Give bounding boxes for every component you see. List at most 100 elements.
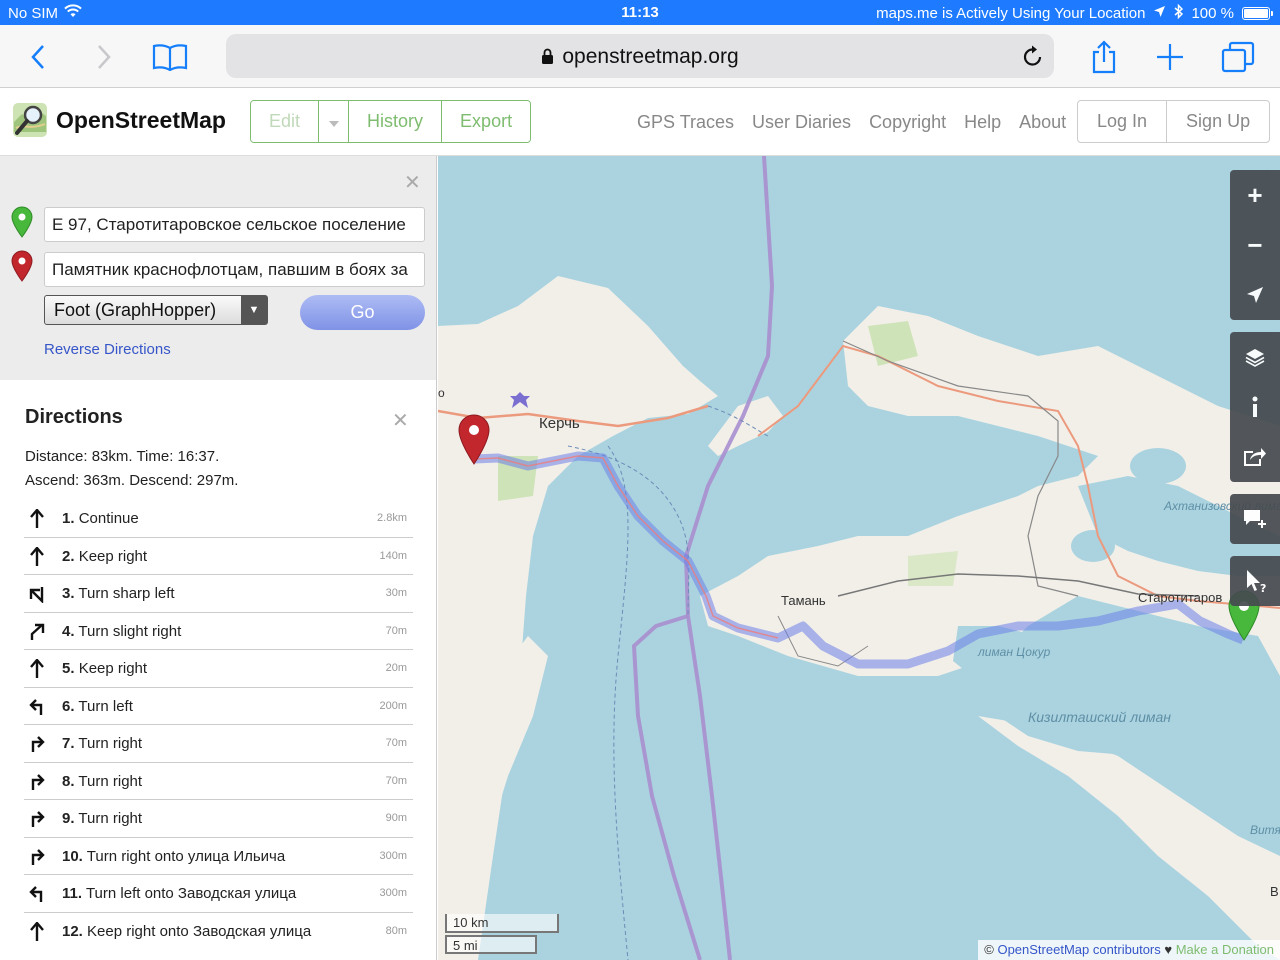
direction-step[interactable]: 3. Turn sharp left 30m	[24, 575, 413, 613]
water-label-vityaz: Витязе лим	[1250, 823, 1280, 837]
step-text: 4. Turn slight right	[62, 623, 181, 640]
go-button[interactable]: Go	[300, 295, 425, 330]
nav-gps-traces[interactable]: GPS Traces	[628, 112, 743, 133]
zoom-controls: + −	[1230, 170, 1280, 320]
login-button[interactable]: Log In	[1078, 101, 1168, 142]
step-instruction: Turn right	[78, 810, 143, 827]
address-bar[interactable]: openstreetmap.org	[226, 34, 1054, 78]
step-instruction: Turn left	[78, 697, 133, 715]
step-instruction: Keep right onto Заводская улица	[87, 922, 312, 940]
water-label-tsokur: лиман Цокур	[978, 645, 1051, 659]
select-arrow-icon: ▼	[241, 296, 267, 324]
step-distance: 200m	[379, 699, 407, 712]
donate-link[interactable]: Make a Donation	[1176, 942, 1274, 957]
reload-icon[interactable]	[1022, 44, 1044, 73]
step-distance: 70m	[385, 737, 407, 749]
layers-button[interactable]	[1230, 332, 1280, 382]
reverse-directions-link[interactable]: Reverse Directions	[44, 341, 171, 358]
share-icon	[1092, 40, 1116, 74]
map-label-taman: Тамань	[781, 593, 826, 608]
back-button[interactable]	[18, 37, 58, 77]
step-text: 2. Keep right	[62, 548, 147, 565]
lagoon-small-2	[1130, 448, 1186, 484]
locate-button[interactable]	[1230, 270, 1280, 320]
chevron-left-icon	[31, 45, 44, 69]
signup-button[interactable]: Sign Up	[1167, 101, 1269, 142]
straight-icon	[24, 508, 50, 530]
sharp-left-icon	[24, 583, 50, 605]
wifi-icon	[64, 4, 82, 22]
query-features-button[interactable]: ?	[1230, 556, 1280, 606]
step-number: 12.	[62, 922, 83, 940]
turn-left-icon	[24, 883, 50, 905]
lock-icon	[541, 47, 554, 71]
direction-step[interactable]: 4. Turn slight right 70m	[24, 613, 413, 650]
primary-nav: GPS Traces User Diaries Copyright Help A…	[628, 112, 1075, 133]
direction-step[interactable]: 10. Turn right onto улица Ильича 300m	[24, 838, 413, 875]
site-logo[interactable]: OpenStreetMap	[12, 102, 226, 138]
route-from-input[interactable]: E 97, Старотитаровское сельское поселени…	[44, 207, 425, 242]
info-button[interactable]	[1230, 382, 1280, 432]
step-distance: 20m	[385, 662, 407, 674]
nav-copyright[interactable]: Copyright	[860, 112, 955, 133]
browser-toolbar: openstreetmap.org	[0, 25, 1280, 88]
step-instruction: Keep right	[78, 660, 148, 677]
direction-step[interactable]: 9. Turn right 90m	[24, 800, 413, 838]
url-text: openstreetmap.org	[562, 45, 739, 68]
direction-step[interactable]: 2. Keep right 140m	[24, 538, 413, 575]
step-text: 7. Turn right	[62, 735, 142, 752]
routing-engine-value: Foot (GraphHopper)	[54, 300, 217, 320]
turn-left-icon	[24, 696, 50, 718]
nav-user-diaries[interactable]: User Diaries	[743, 112, 860, 133]
forward-button[interactable]	[84, 37, 124, 77]
turn-right-icon	[24, 771, 50, 793]
directions-steps: 1. Continue 2.8km 2. Keep right 140m 3. Turn…	[24, 500, 413, 950]
step-distance: 300m	[379, 887, 407, 899]
directions-summary: Distance: 83km. Time: 16:37. Ascend: 363…	[25, 445, 238, 493]
sidebar: ✕ E 97, Старотитаровское сельское поселе…	[0, 156, 437, 960]
route-to-input[interactable]: Памятник краснофлотцам, павшим в боях за	[44, 252, 425, 287]
straight-icon	[24, 921, 50, 943]
step-number: 7.	[62, 735, 75, 752]
history-button[interactable]: History	[349, 101, 443, 142]
battery-percent: 100 %	[1191, 5, 1234, 22]
layers-icon	[1245, 349, 1265, 367]
direction-step[interactable]: 1. Continue 2.8km	[24, 500, 413, 538]
map-view[interactable]: Керчь Тамань Старотитаров о В Ахтанизовс…	[438, 156, 1280, 960]
site-header: OpenStreetMap Edit History Export GPS Tr…	[0, 88, 1280, 156]
status-bar: No SIM 11:13 maps.me is Actively Using Y…	[0, 0, 1280, 25]
direction-step[interactable]: 11. Turn left onto Заводская улица 300m	[24, 875, 413, 913]
edit-button[interactable]: Edit	[251, 101, 320, 142]
direction-step[interactable]: 12. Keep right onto Заводская улица 80m	[24, 913, 413, 951]
locate-arrow-icon	[1247, 287, 1263, 303]
direction-step[interactable]: 6. Turn left 200m	[24, 688, 413, 725]
add-note-button[interactable]	[1230, 494, 1280, 544]
share-button[interactable]	[1084, 37, 1124, 77]
step-distance: 90m	[385, 812, 407, 824]
edit-dropdown-button[interactable]	[319, 101, 350, 142]
zoom-out-button[interactable]: −	[1230, 220, 1280, 270]
ferry-line-2	[607, 445, 629, 960]
new-tab-button[interactable]	[1150, 37, 1190, 77]
attribution-contributors-link[interactable]: OpenStreetMap contributors	[997, 942, 1160, 957]
direction-step[interactable]: 5. Keep right 20m	[24, 650, 413, 688]
direction-step[interactable]: 8. Turn right 70m	[24, 763, 413, 800]
export-button[interactable]: Export	[442, 101, 531, 142]
route-form: ✕ E 97, Старотитаровское сельское поселе…	[0, 156, 436, 380]
step-instruction: Turn right	[78, 735, 143, 752]
maritime-border-2	[631, 614, 702, 960]
map-label-v: В	[1270, 884, 1279, 899]
share-map-button[interactable]	[1230, 432, 1280, 482]
park-area-3	[908, 551, 958, 586]
tabs-button[interactable]	[1218, 37, 1258, 77]
routing-engine-select[interactable]: Foot (GraphHopper) ▼	[44, 295, 268, 325]
close-route-form-icon[interactable]: ✕	[404, 170, 421, 195]
chevron-right-icon	[98, 45, 111, 69]
direction-step[interactable]: 7. Turn right 70m	[24, 725, 413, 763]
nav-help[interactable]: Help	[955, 112, 1010, 133]
bookmarks-button[interactable]	[150, 37, 190, 77]
nav-about[interactable]: About	[1010, 112, 1075, 133]
zoom-in-button[interactable]: +	[1230, 170, 1280, 220]
close-directions-icon[interactable]: ✕	[392, 408, 409, 433]
step-distance: 300m	[379, 849, 407, 862]
